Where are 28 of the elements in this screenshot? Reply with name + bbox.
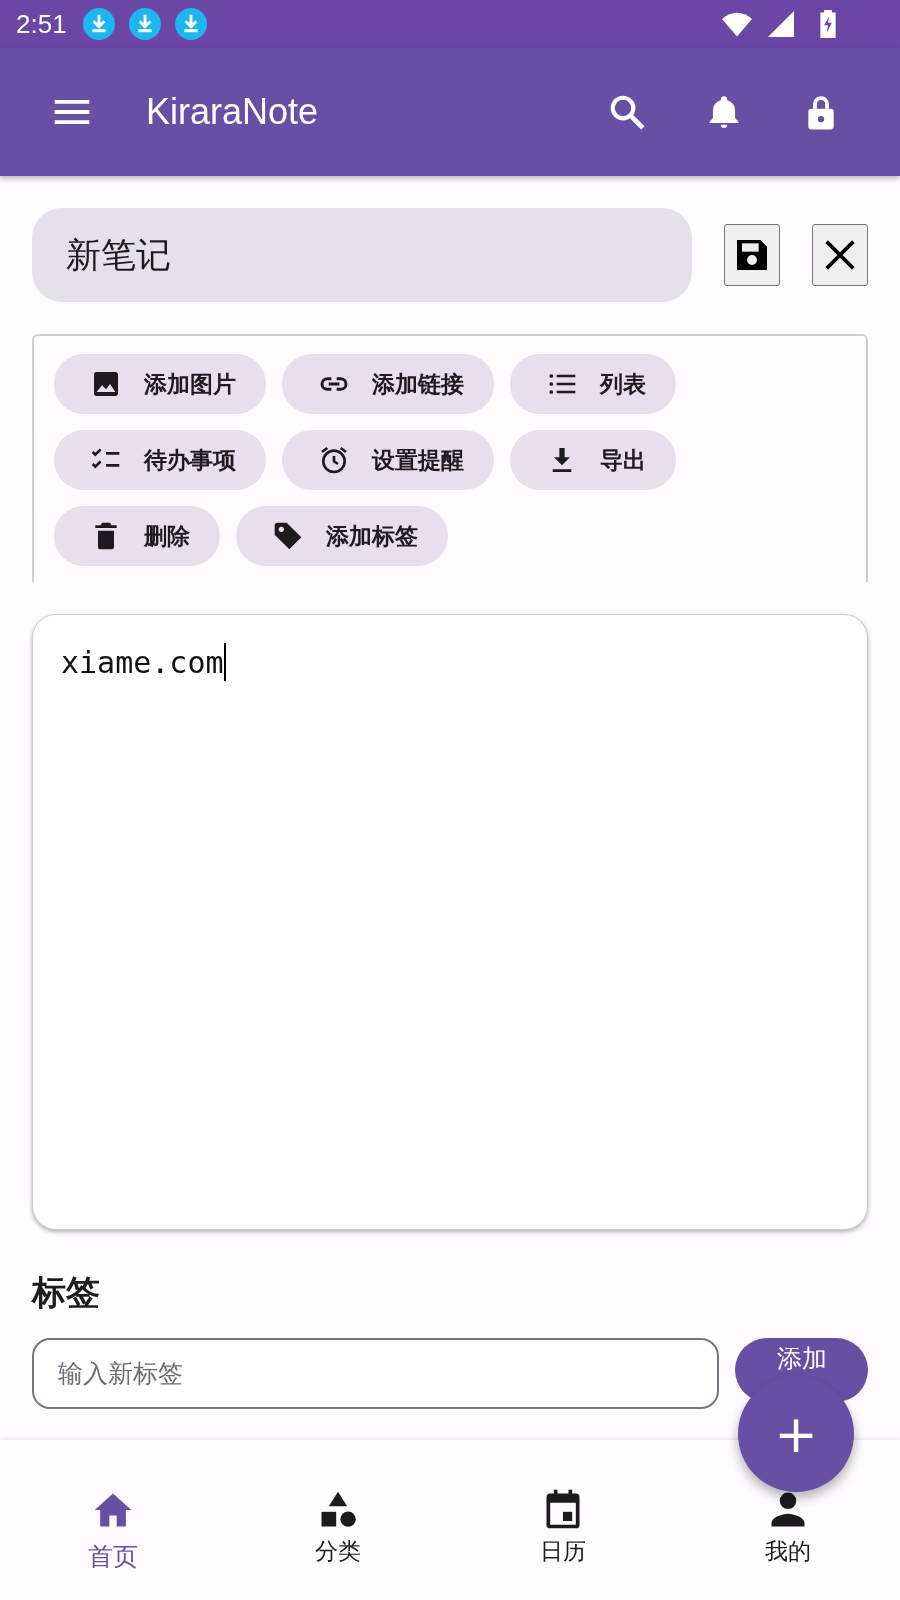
toolbar-chip[interactable]: 添加标签 (236, 506, 448, 566)
clock: 2:51 (16, 8, 67, 40)
toolbar-chip[interactable]: 添加链接 (282, 354, 494, 414)
nav-tab[interactable]: 日历 (450, 1488, 675, 1567)
toolbar-chip[interactable]: 待办事项 (54, 430, 266, 490)
tag-input-field[interactable]: 输入新标签 (32, 1338, 719, 1409)
note-editor[interactable]: xiame.com (32, 614, 868, 1230)
toolbar-chip[interactable]: 删除 (54, 506, 220, 566)
battery-icon (820, 10, 836, 38)
nav-tab[interactable]: 分类 (225, 1488, 450, 1567)
nav-tab[interactable]: 首页 (0, 1488, 225, 1573)
toolbar-chip[interactable]: 添加图片 (54, 354, 266, 414)
download-notification-icon (82, 8, 115, 40)
download-notification-icon (128, 8, 161, 40)
toolbar-chip[interactable]: 导出 (510, 430, 676, 490)
menu-icon[interactable] (54, 99, 90, 125)
download-notification-icon (174, 8, 207, 40)
search-icon[interactable] (608, 93, 646, 131)
title-field[interactable]: 新笔记 (32, 208, 692, 302)
toolbar-chip[interactable]: 设置提醒 (282, 430, 494, 490)
section-heading: 标签 (32, 1271, 101, 1314)
wifi-icon (722, 11, 752, 37)
close-button[interactable] (812, 224, 868, 286)
toolbar-chip[interactable]: 列表 (510, 354, 676, 414)
tag-icon (272, 520, 304, 552)
save-button[interactable] (724, 224, 780, 286)
signal-icon (766, 11, 796, 37)
app-title: KiraraNote (146, 91, 319, 133)
